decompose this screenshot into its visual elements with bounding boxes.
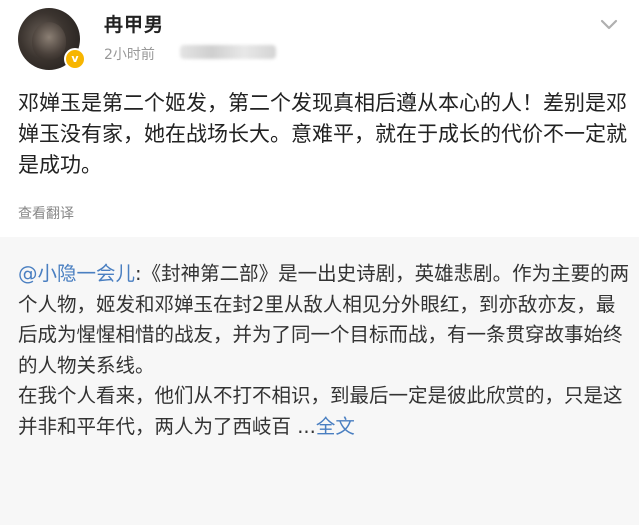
repost-body: @小隐一会儿:《封神第二部》是一出史诗剧，英雄悲剧。作为主要的两个人物，姬发和邓… (18, 259, 630, 442)
post-header: v 冉甲男 2小时前 (0, 0, 639, 80)
timestamp: 2小时前 (104, 47, 155, 63)
username[interactable]: 冉甲男 (104, 10, 164, 37)
chevron-down-icon[interactable] (596, 14, 622, 36)
repost-colon: : (135, 262, 142, 285)
full-text-link[interactable]: 全文 (316, 415, 355, 438)
avatar-image (32, 22, 66, 60)
mention-link[interactable]: @小隐一会儿 (18, 262, 135, 285)
blurred-source-info (180, 45, 276, 59)
translate-link[interactable]: 查看翻译 (18, 203, 74, 223)
repost-card[interactable]: @小隐一会儿:《封神第二部》是一出史诗剧，英雄悲剧。作为主要的两个人物，姬发和邓… (0, 237, 639, 525)
post-body: 邓婵玉是第二个姬发，第二个发现真相后遵从本心的人！差别是邓婵玉没有家，她在战场长… (18, 91, 627, 177)
ellipsis: ... (291, 414, 316, 438)
verified-badge-icon: v (64, 48, 86, 70)
